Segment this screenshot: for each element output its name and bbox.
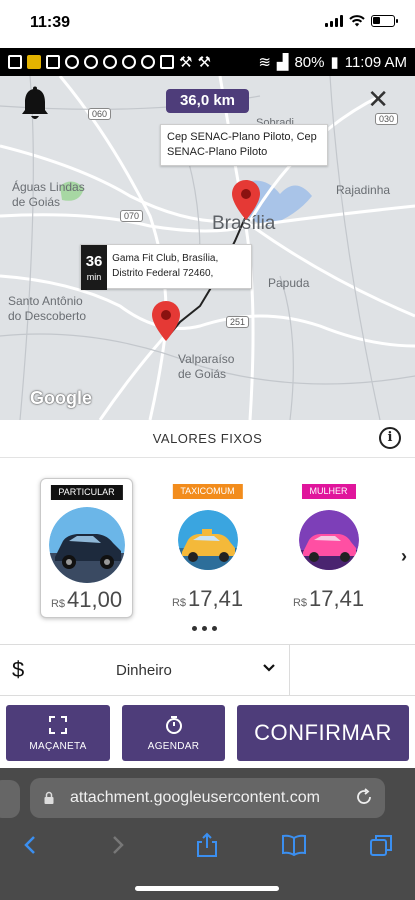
origin-address: Gama Fit Club, Brasília, Distrito Federa…	[112, 253, 219, 279]
macaneta-button[interactable]: MAÇANETA	[6, 705, 110, 761]
car-icon	[48, 507, 125, 583]
route-badge-251: 251	[226, 316, 250, 328]
ios-status-icons	[325, 15, 398, 27]
fares-header: VALORES FIXOS i	[0, 420, 415, 458]
forward-icon[interactable]	[104, 832, 130, 858]
back-icon[interactable]	[18, 832, 44, 858]
address-bar[interactable]: attachment.googleusercontent.com	[30, 778, 385, 818]
cellular-signal-icon	[325, 15, 343, 27]
card-badge: MULHER	[301, 484, 356, 499]
action-bar: MAÇANETA AGENDAR CONFIRMAR	[0, 696, 415, 768]
play-icon	[122, 55, 136, 69]
ride-card-mulher[interactable]: MULHER R$17,41	[282, 478, 375, 618]
destination-tooltip[interactable]: Cep SENAC-Plano Piloto, Cep SENAC-Plano …	[160, 124, 328, 166]
map-label-papuda: Papuda	[268, 276, 310, 290]
carousel-dot	[202, 626, 207, 631]
payment-divider	[289, 645, 290, 697]
lock-icon	[44, 791, 54, 804]
wrench-icon: ⚒	[179, 54, 193, 71]
app-notification-icon	[27, 55, 41, 69]
battery-icon: ▮	[330, 54, 339, 71]
confirm-button[interactable]: CONFIRMAR	[237, 705, 409, 761]
tabs-icon[interactable]	[368, 832, 394, 858]
url-text: attachment.googleusercontent.com	[70, 789, 320, 806]
eta-box: 36 min	[81, 245, 108, 290]
dollar-icon: $	[12, 657, 25, 682]
image-icon	[46, 55, 60, 69]
chevron-down-icon[interactable]	[262, 661, 276, 675]
card-price: R$17,41	[161, 586, 254, 612]
card-price: R$17,41	[282, 586, 375, 612]
ios-status-bar: 11:39	[0, 0, 415, 48]
play-icon	[103, 55, 117, 69]
carousel-dot	[192, 626, 197, 631]
play-icon	[141, 55, 155, 69]
macaneta-label: MAÇANETA	[29, 741, 87, 752]
payment-selector[interactable]: $ Dinheiro	[0, 644, 415, 697]
card-price-value: 41,00	[67, 587, 123, 612]
card-price: R$41,00	[41, 587, 132, 613]
play-icon	[65, 55, 79, 69]
map-label-aguas-lindas: Águas Lindas de Goiás	[12, 180, 85, 209]
battery-percent: 80%	[294, 53, 325, 71]
wifi-icon: ≋	[258, 54, 271, 71]
home-indicator	[135, 886, 279, 891]
google-logo: Google	[30, 388, 92, 408]
payment-method: Dinheiro	[116, 662, 172, 679]
reload-icon[interactable]	[355, 788, 373, 806]
card-currency: R$	[171, 597, 186, 609]
next-chevron-icon[interactable]: ›	[401, 546, 407, 567]
signal-icon: ▟	[276, 54, 289, 71]
route-badge-060: 060	[88, 108, 112, 120]
message-icon	[8, 55, 22, 69]
eta-value: 36	[85, 253, 103, 270]
android-clock: 11:09 AM	[344, 53, 407, 71]
destination-pin-icon[interactable]	[232, 180, 260, 220]
map-label-valparaiso: Valparaíso de Goiás	[178, 352, 235, 381]
play-icon	[84, 55, 98, 69]
agendar-button[interactable]: AGENDAR	[122, 705, 225, 761]
android-status-right: ≋ ▟ 80% ▮ 11:09 AM	[258, 53, 407, 72]
ios-clock: 11:39	[30, 14, 71, 31]
stopwatch-icon	[165, 716, 182, 734]
safari-toolbar: attachment.googleusercontent.com	[0, 768, 415, 900]
info-icon[interactable]: i	[379, 427, 401, 449]
eta-unit: min	[86, 272, 102, 282]
card-currency: R$	[292, 597, 307, 609]
route-badge-030: 030	[375, 113, 399, 125]
card-badge: PARTICULAR	[50, 485, 123, 500]
card-badge: TAXICOMUM	[172, 484, 243, 499]
share-icon[interactable]	[194, 832, 220, 858]
close-icon[interactable]: ✕	[367, 86, 389, 112]
wrench-icon: ⚒	[197, 54, 211, 71]
previous-tab-bar[interactable]	[0, 780, 20, 818]
wifi-icon	[349, 15, 365, 27]
route-badge-070: 070	[120, 210, 144, 222]
android-status-bar: ⚒ ⚒ ≋ ▟ 80% ▮ 11:09 AM	[0, 48, 415, 76]
ride-card-particular[interactable]: PARTICULAR R$41,00	[40, 478, 133, 618]
battery-icon	[371, 15, 398, 27]
card-currency: R$	[50, 598, 65, 610]
origin-tooltip[interactable]: 36 min Gama Fit Club, Brasília, Distrito…	[80, 244, 252, 290]
notification-icons: ⚒ ⚒	[8, 53, 211, 71]
pink-car-icon	[298, 510, 359, 570]
distance-badge: 36,0 km	[166, 89, 249, 113]
bell-icon[interactable]	[20, 86, 50, 124]
ride-card-taxicomum[interactable]: TAXICOMUM R$17,41	[161, 478, 254, 618]
card-price-value: 17,41	[309, 586, 365, 611]
carousel-dots	[192, 626, 217, 631]
map-label-rajadinha: Rajadinha	[336, 183, 391, 197]
carousel-dot	[212, 626, 217, 631]
bookmarks-icon[interactable]	[281, 832, 307, 858]
origin-pin-icon[interactable]	[152, 301, 180, 341]
agendar-label: AGENDAR	[147, 741, 200, 752]
taxi-icon	[177, 510, 238, 570]
fares-title: VALORES FIXOS	[152, 431, 263, 446]
expand-icon	[49, 716, 67, 734]
lock-icon	[160, 55, 174, 69]
ride-options: PARTICULAR R$41,00 TAXICOMUM R$17,41 MUL…	[0, 458, 415, 644]
map-label-santo-antonio: Santo Antônio do Descoberto	[8, 294, 87, 323]
map-view[interactable]: Águas Lindas de Goiás Brasília Rajadinha…	[0, 76, 415, 420]
card-price-value: 17,41	[188, 586, 244, 611]
